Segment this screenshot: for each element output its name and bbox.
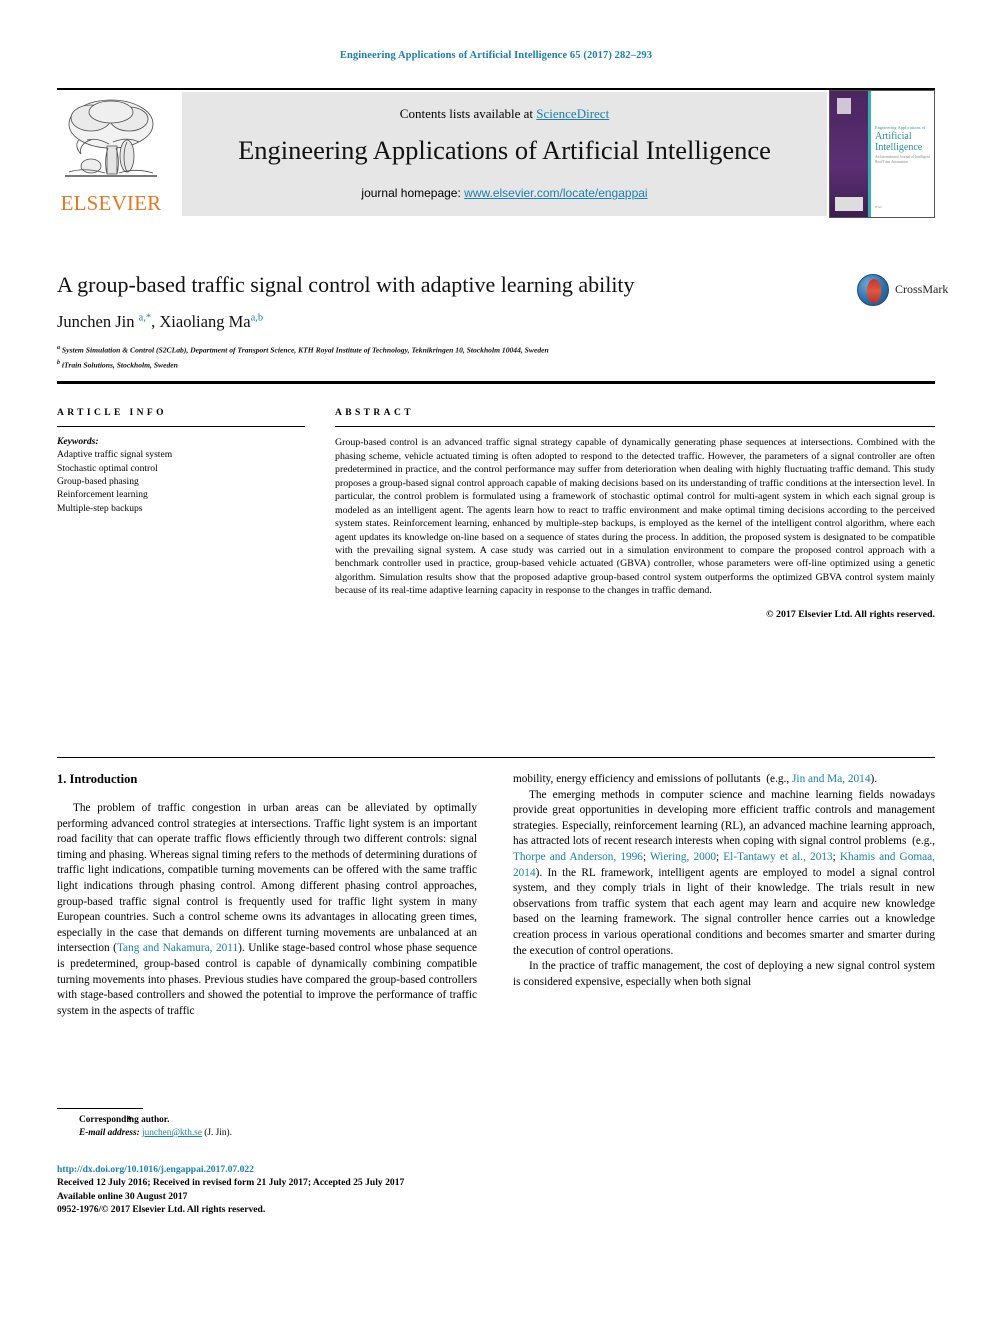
email-label: E-mail address:	[79, 1128, 140, 1138]
cover-teal-stripe	[868, 91, 871, 217]
elsevier-tree-icon	[65, 99, 157, 177]
publication-footer: http://dx.doi.org/10.1016/j.engappai.201…	[57, 1163, 577, 1217]
running-head: Engineering Applications of Artificial I…	[339, 50, 653, 61]
intro-paragraph-3: In the practice of traffic management, t…	[513, 960, 935, 988]
keywords-heading: Keywords:	[57, 436, 99, 448]
crossmark-icon	[857, 274, 889, 306]
cover-line-small: Engineering Applications of	[875, 125, 926, 130]
article-info-rule	[57, 426, 305, 428]
affiliation-a: a System Simulation & Control (S2CLab), …	[57, 345, 549, 355]
contents-prefix: Contents lists available at	[399, 106, 537, 121]
article-title-block: A group-based traffic signal control wit…	[57, 272, 948, 371]
article-info-column: ARTICLE INFO Keywords: Adaptive traffic …	[57, 408, 305, 515]
abstract-top-rule	[57, 381, 935, 384]
keyword-item: Multiple-step backups	[57, 502, 143, 514]
issn-copyright: 0952-1976/© 2017 Elsevier Ltd. All right…	[57, 1204, 266, 1216]
keyword-item: Adaptive traffic signal system	[57, 449, 173, 461]
keywords-list: Adaptive traffic signal system Stochasti…	[57, 448, 305, 514]
masthead-top-rule	[57, 88, 935, 90]
body-column-right: mobility, energy efficiency and emission…	[513, 772, 935, 990]
keyword-item: Stochastic optimal control	[57, 462, 158, 474]
affiliation-a-text: System Simulation & Control (S2CLab), De…	[61, 345, 549, 355]
available-online: Available online 30 August 2017	[57, 1190, 188, 1202]
copyright-line: © 2017 Elsevier Ltd. All rights reserved…	[766, 608, 935, 620]
elsevier-wordmark: ELSEVIER	[60, 191, 162, 215]
paper-page: Engineering Applications of Artificial I…	[0, 0, 992, 1323]
intro-paragraph-2: The emerging methods in computer science…	[513, 788, 935, 957]
asterisk-icon: *	[127, 1115, 132, 1126]
affiliation-b: b iTrain Solutions, Stockholm, Sweden	[57, 359, 178, 370]
cover-line-big: Artificial Intelligence	[875, 131, 923, 153]
corresponding-author-text: Corresponding author.	[79, 1115, 170, 1125]
journal-cover-thumbnail: Engineering Applications of Artificial In…	[829, 90, 935, 218]
body-column-left: 1. Introduction The problem of traffic c…	[57, 772, 477, 1019]
email-suffix: (J. Jin).	[201, 1128, 232, 1138]
crossmark-badge[interactable]: CrossMark	[857, 274, 948, 308]
cover-badge-label: IFAC	[875, 205, 883, 209]
keyword-item: Reinforcement learning	[57, 489, 148, 501]
email-link[interactable]: junchen@kth.se	[142, 1128, 202, 1138]
crossmark-inner-shape	[867, 279, 881, 303]
contents-available-line: Contents lists available at ScienceDirec…	[182, 106, 827, 122]
email-line: E-mail address: junchen@kth.se (J. Jin).	[57, 1127, 477, 1140]
sciencedirect-link[interactable]: ScienceDirect	[536, 106, 609, 121]
affiliation-b-text: iTrain Solutions, Stockholm, Sweden	[61, 360, 178, 370]
journal-title: Engineering Applications of Artificial I…	[238, 135, 771, 165]
abstract-text: Group-based control is an advanced traff…	[335, 437, 935, 597]
cover-ifac-badge	[835, 197, 863, 211]
homepage-prefix: journal homepage:	[361, 186, 465, 200]
intro-paragraph-1-cont: mobility, energy efficiency and emission…	[513, 773, 878, 785]
journal-homepage-link[interactable]: www.elsevier.com/locate/engappai	[464, 186, 647, 200]
abstract-column: ABSTRACT Group-based control is an advan…	[335, 408, 935, 620]
received-dates: Received 12 July 2016; Received in revis…	[57, 1177, 405, 1189]
section-heading-introduction: 1. Introduction	[57, 772, 138, 786]
journal-masthead: ELSEVIER Contents lists available at Sci…	[57, 88, 935, 218]
abstract-rule	[335, 426, 935, 428]
abstract-label: ABSTRACT	[335, 408, 414, 418]
footnote-rule	[57, 1108, 143, 1110]
elsevier-logo: ELSEVIER	[57, 92, 165, 218]
body-top-rule	[57, 757, 935, 758]
cover-line-sub: An International Journal of Intelligent …	[875, 155, 930, 164]
journal-band: Contents lists available at ScienceDirec…	[182, 92, 827, 216]
intro-paragraph-1: The problem of traffic congestion in urb…	[57, 802, 477, 1017]
cover-seal-icon	[837, 98, 851, 114]
journal-homepage-line: journal homepage: www.elsevier.com/locat…	[182, 186, 827, 200]
article-info-label: ARTICLE INFO	[57, 408, 167, 418]
page-title: A group-based traffic signal control wit…	[57, 272, 635, 297]
affiliation-list: a System Simulation & Control (S2CLab), …	[57, 342, 935, 371]
corresponding-author-note: * Corresponding author. E-mail address: …	[57, 1114, 477, 1140]
crossmark-label: CrossMark	[895, 282, 949, 296]
author-list: Junchen Jin a,*, Xiaoliang Maa,b	[57, 312, 264, 331]
keyword-item: Group-based phasing	[57, 475, 139, 487]
corresponding-author-line: * Corresponding author.	[57, 1114, 477, 1127]
doi-link[interactable]: http://dx.doi.org/10.1016/j.engappai.201…	[57, 1163, 577, 1176]
